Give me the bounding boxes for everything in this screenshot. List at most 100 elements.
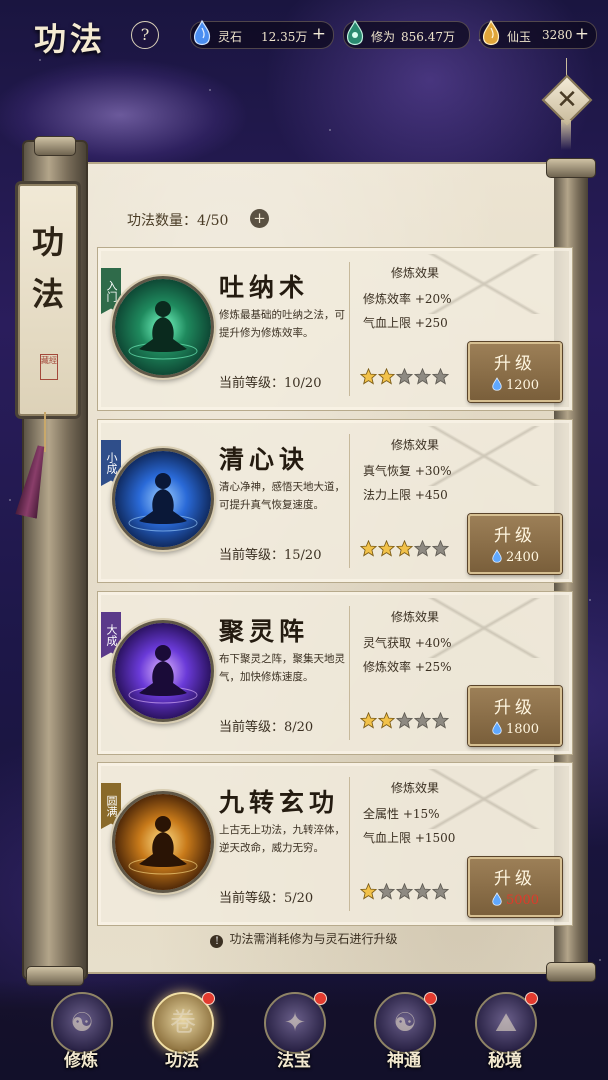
nav-label: 修炼 (64, 1051, 98, 1071)
upgrade-cost-value: 2400 (505, 550, 540, 565)
skill-level: 当前等级：5/20 (219, 891, 314, 906)
close-tassel (561, 120, 571, 150)
star-empty-icon (432, 540, 449, 557)
info-icon: ! (210, 935, 224, 948)
effect-line: 法力上限 +450 (363, 488, 448, 502)
star-empty-icon (414, 883, 431, 900)
skill-name: 吐纳术 (219, 273, 310, 302)
star-filled-icon (360, 540, 377, 557)
star-filled-icon (396, 540, 413, 557)
notification-dot (314, 992, 327, 1005)
skill-level: 当前等级：10/20 (219, 376, 322, 391)
card-divider (349, 262, 350, 396)
upgrade-cost-value: 5000 (505, 893, 540, 908)
card-divider (349, 777, 350, 911)
nav-label: 功法 (165, 1051, 199, 1071)
upgrade-button[interactable]: 升级 1800 (468, 686, 562, 746)
nav-item[interactable]: ☯ 修炼 (46, 992, 116, 1074)
immortal-jade-icon (482, 19, 500, 46)
card-divider (349, 434, 350, 568)
star-filled-icon (360, 712, 377, 729)
resource-name: 灵石 (218, 30, 243, 44)
upgrade-label: 升级 (494, 354, 536, 374)
page-title: 功法 (34, 20, 107, 58)
skill-count: 功法数量：4/50 (127, 213, 229, 229)
upgrade-cost-value: 1200 (505, 378, 540, 393)
add-immortal-jade-button[interactable]: + (575, 24, 589, 44)
nav-label: 法宝 (277, 1051, 311, 1071)
star-empty-icon (414, 712, 431, 729)
skill-level: 当前等级：8/20 (219, 720, 314, 735)
upgrade-label: 升级 (494, 526, 536, 546)
skill-icon (112, 620, 214, 722)
resource-name: 修为 (371, 30, 396, 44)
upgrade-cost-value: 1800 (505, 722, 540, 737)
resource-spirit-stone: 灵石 12.35万 + (190, 19, 334, 49)
close-icon: ✕ (556, 85, 578, 115)
scroll-rod-cap (34, 136, 76, 156)
star-rating (360, 368, 450, 386)
skill-description: 清心净神，感悟天地大道，可提升真气恢复速度。 (219, 481, 345, 511)
star-empty-icon (396, 712, 413, 729)
cultivation-icon (346, 19, 364, 46)
upgrade-cost: 5000 (470, 892, 560, 908)
spirit-stone-icon (193, 19, 211, 46)
skill-card[interactable]: 入门 吐纳术 修炼最基础的吐纳之法，可提升修为修炼效率。 当前等级：10/20 … (97, 247, 573, 411)
close-button[interactable]: ✕ (541, 74, 593, 126)
star-rating (360, 883, 450, 901)
upgrade-button[interactable]: 升级 5000 (468, 857, 562, 917)
scroll-rod-cap (546, 962, 596, 982)
scroll-title-plaque: 功法 藏經 (18, 184, 78, 416)
star-filled-icon (378, 712, 395, 729)
meditating-figure-icon (115, 794, 211, 890)
spirit-stone-icon (492, 721, 502, 735)
skill-name: 九转玄功 (219, 788, 340, 817)
skill-description: 修炼最基础的吐纳之法，可提升修为修炼效率。 (219, 309, 345, 339)
skill-name: 清心诀 (219, 445, 310, 474)
plaque-title: 功法 (31, 223, 64, 313)
resource-value: 3280 (542, 28, 573, 42)
nav-item[interactable]: 卷 功法 (147, 992, 217, 1074)
star-filled-icon (378, 540, 395, 557)
add-skill-slot-button[interactable]: + (250, 209, 269, 228)
star-empty-icon (378, 883, 395, 900)
nav-item[interactable]: ☯ 神通 (369, 992, 439, 1074)
star-rating (360, 540, 450, 558)
skill-card[interactable]: 圆满 九转玄功 上古无上功法，九转淬体，逆天改命，威力无穷。 当前等级：5/20… (97, 762, 573, 926)
help-button[interactable]: ? (131, 21, 159, 49)
effect-line: 修炼效率 +20% (363, 292, 452, 306)
meditating-figure-icon (115, 451, 211, 547)
card-divider (349, 606, 350, 740)
notification-dot (525, 992, 538, 1005)
star-empty-icon (432, 712, 449, 729)
upgrade-button[interactable]: 升级 1200 (468, 342, 562, 402)
upgrade-cost: 1200 (470, 377, 560, 393)
star-empty-icon (414, 540, 431, 557)
skill-icon (112, 448, 214, 550)
skill-card[interactable]: 小成 清心诀 清心净神，感悟天地大道，可提升真气恢复速度。 当前等级：15/20… (97, 419, 573, 583)
star-empty-icon (432, 883, 449, 900)
scroll-rod-cap (546, 158, 596, 178)
nav-item[interactable]: ✦ 法宝 (259, 992, 329, 1074)
add-spirit-stone-button[interactable]: + (312, 24, 326, 44)
star-empty-icon (432, 368, 449, 385)
nav-label: 神通 (387, 1051, 421, 1071)
effect-line: 全属性 +15% (363, 807, 440, 821)
upgrade-note: ! 功法需消耗修为与灵石进行升级 (0, 930, 608, 948)
skill-icon (112, 791, 214, 893)
upgrade-button[interactable]: 升级 2400 (468, 514, 562, 574)
spirit-stone-icon (492, 549, 502, 563)
meditating-figure-icon (115, 279, 211, 375)
skill-description: 上古无上功法，九转淬体，逆天改命，威力无穷。 (219, 824, 345, 854)
effect-line: 灵气获取 +40% (363, 636, 452, 650)
star-filled-icon (360, 883, 377, 900)
nav-item[interactable]: ⛰ 秘境 (470, 992, 540, 1074)
skill-level: 当前等级：15/20 (219, 548, 322, 563)
skill-description: 布下聚灵之阵，聚集天地灵气，加快修炼速度。 (219, 653, 345, 683)
upgrade-label: 升级 (494, 698, 536, 718)
upgrade-cost: 2400 (470, 549, 560, 565)
skill-card[interactable]: 大成 聚灵阵 布下聚灵之阵，聚集天地灵气，加快修炼速度。 当前等级：8/20 修… (97, 591, 573, 755)
tassel-cord (44, 412, 46, 452)
spirit-stone-icon (492, 377, 502, 391)
upgrade-cost: 1800 (470, 721, 560, 737)
